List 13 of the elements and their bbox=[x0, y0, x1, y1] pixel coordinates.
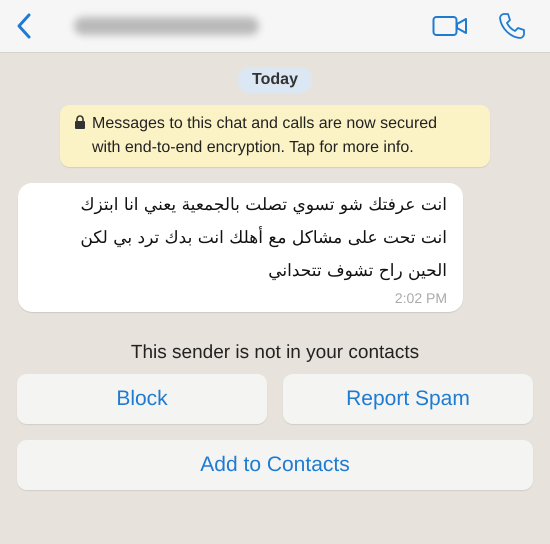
notice-text: Messages to this chat and calls are now secured with end-to-end encryption. Tap for more info. bbox=[92, 114, 438, 158]
action-button[interactable]: Add to Contacts bbox=[17, 440, 533, 490]
phone-icon[interactable] bbox=[498, 12, 526, 40]
message-text: انت عرفتك شو تسوي تصلت بالجمعية يعني انا ابتزك انت تحت على مشاكل مع أهلك انت بدك ترد بي لكن الحين راح تشوف تتحداني bbox=[79, 194, 447, 283]
action-button[interactable]: Report Spam bbox=[283, 374, 533, 424]
video-camera-icon[interactable] bbox=[432, 14, 468, 38]
back-icon[interactable] bbox=[16, 12, 32, 40]
action-button[interactable]: Block bbox=[17, 374, 267, 424]
sender-notice: This sender is not in your contacts bbox=[130, 342, 420, 364]
lock-icon bbox=[74, 115, 86, 129]
encryption-notice[interactable]: Messages to this chat and calls are now secured with end-to-end encryption. Tap for more info. bbox=[60, 105, 490, 167]
date-label: Today bbox=[238, 67, 312, 93]
message-time: 2:02 PM bbox=[394, 290, 447, 306]
